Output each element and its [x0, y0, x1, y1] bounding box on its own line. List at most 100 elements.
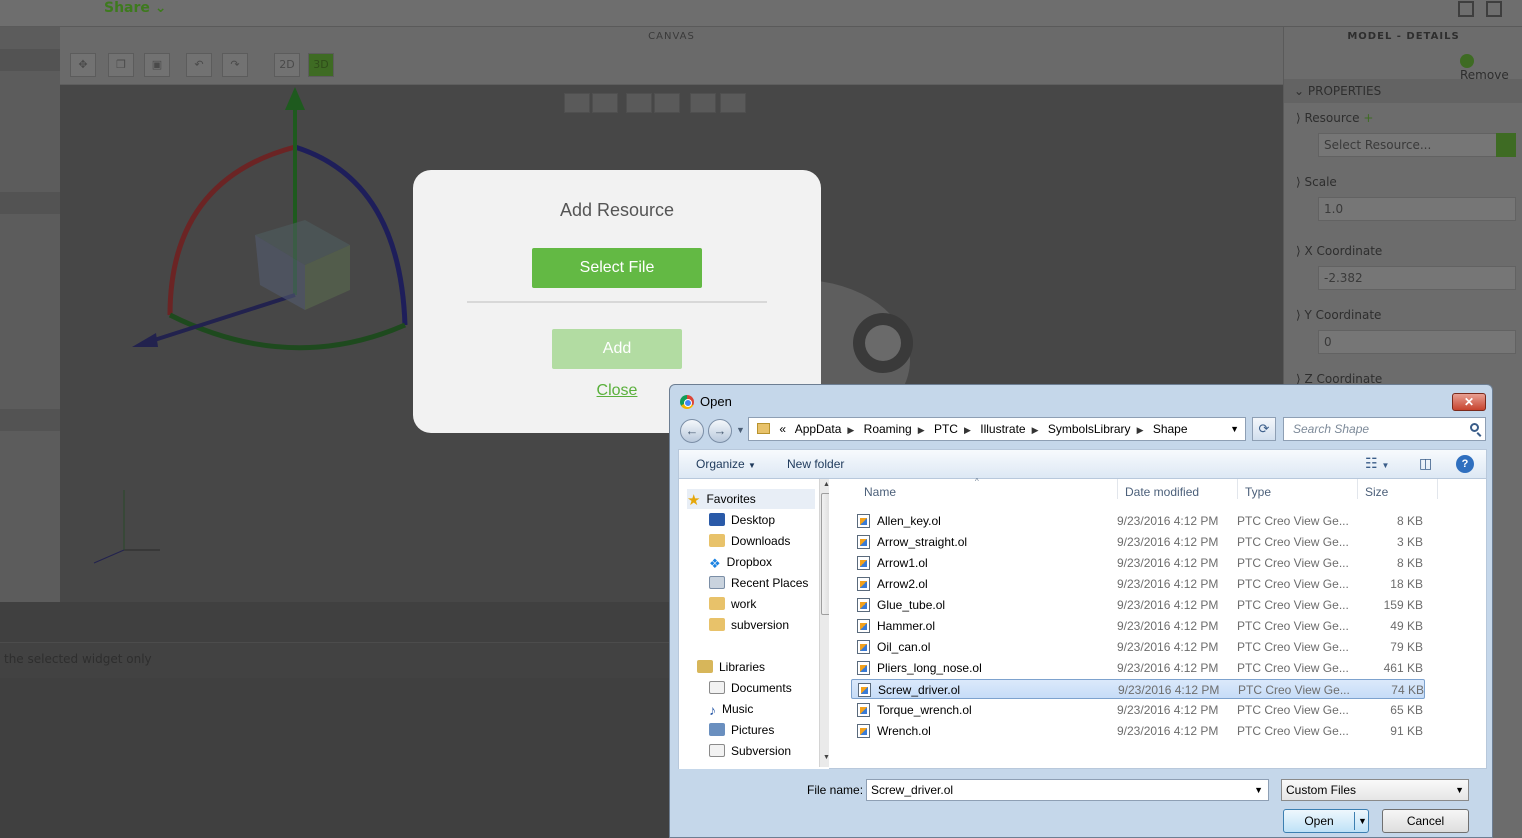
move-tool-icon[interactable]: ✥ — [70, 53, 96, 77]
breadcrumb-arrow-icon[interactable]: ▶ — [964, 425, 971, 435]
breadcrumb-arrow-icon[interactable]: ▶ — [1137, 425, 1144, 435]
breadcrumb-shape[interactable]: Shape — [1153, 422, 1188, 436]
file-type: PTC Creo View Ge... — [1237, 724, 1349, 738]
column-header-size[interactable]: Size — [1365, 485, 1388, 499]
file-date: 9/23/2016 4:12 PM — [1117, 577, 1219, 591]
search-input[interactable]: Search Shape — [1283, 417, 1486, 441]
file-row[interactable]: Torque_wrench.ol 9/23/2016 4:12 PM PTC Cre… — [851, 700, 1425, 720]
properties-header[interactable]: ⌄ PROPERTIES — [1284, 79, 1522, 103]
nav-documents[interactable]: Documents — [709, 678, 792, 698]
column-header-type[interactable]: Type — [1245, 485, 1271, 499]
documents-icon — [709, 681, 725, 694]
layout-bottom-icon[interactable] — [1486, 1, 1502, 17]
open-button[interactable]: Open ▼ — [1283, 809, 1369, 833]
dialog-close-button[interactable]: ✕ — [1452, 393, 1486, 411]
breadcrumb-symbolslibrary[interactable]: SymbolsLibrary — [1048, 422, 1131, 436]
nav-desktop[interactable]: Desktop — [709, 510, 775, 530]
remove-button[interactable]: Remove — [1460, 53, 1522, 82]
file-row[interactable]: Pliers_long_nose.ol 9/23/2016 4:12 PM PTC … — [851, 658, 1425, 678]
breadcrumb-roaming[interactable]: Roaming — [864, 422, 912, 436]
nav-favorites[interactable]: ★ Favorites — [687, 489, 815, 509]
nav-scrollbar[interactable]: ▲ ▼ — [819, 479, 829, 767]
breadcrumb-overflow[interactable]: « — [779, 422, 786, 436]
breadcrumb-arrow-icon[interactable]: ▶ — [847, 425, 854, 435]
file-row[interactable]: Glue_tube.ol 9/23/2016 4:12 PM PTC Creo Vi… — [851, 595, 1425, 615]
view-2d-button[interactable]: 2D — [274, 53, 300, 77]
scale-input[interactable]: 1.0 — [1318, 197, 1516, 221]
nav-subversion[interactable]: subversion — [709, 615, 789, 635]
resource-select[interactable]: Select Resource... — [1318, 133, 1516, 157]
nav-dropbox[interactable]: ❖ Dropbox — [709, 552, 772, 572]
chevron-down-icon[interactable] — [1496, 133, 1516, 157]
layout-left-icon[interactable] — [1458, 1, 1474, 17]
search-icon[interactable] — [1470, 423, 1479, 432]
nav-pictures[interactable]: Pictures — [709, 720, 774, 740]
scroll-up-icon[interactable]: ▲ — [823, 481, 829, 488]
column-separator[interactable] — [1357, 479, 1358, 499]
nav-music[interactable]: ♪ Music — [709, 699, 753, 719]
file-size: 159 KB — [1383, 598, 1423, 612]
add-button[interactable]: Add — [552, 329, 682, 369]
file-name-input[interactable]: Screw_driver.ol ▼ — [866, 779, 1269, 801]
chevron-down-icon[interactable]: ▼ — [1358, 810, 1367, 832]
breadcrumb-appdata[interactable]: AppData — [795, 422, 842, 436]
refresh-icon[interactable]: ⟳ — [1252, 417, 1276, 441]
organize-menu[interactable]: Organize ▼ — [696, 457, 756, 471]
file-row[interactable]: Wrench.ol 9/23/2016 4:12 PM PTC Creo View … — [851, 721, 1425, 741]
y-coordinate-input[interactable]: 0 — [1318, 330, 1516, 354]
file-row[interactable]: Oil_can.ol 9/23/2016 4:12 PM PTC Creo View… — [851, 637, 1425, 657]
music-icon: ♪ — [709, 702, 716, 718]
copy-icon[interactable]: ❐ — [108, 53, 134, 77]
nav-recent-places[interactable]: Recent Places — [709, 573, 808, 593]
breadcrumb-ptc[interactable]: PTC — [934, 422, 958, 436]
column-header-name[interactable]: Name — [864, 485, 896, 499]
select-file-button[interactable]: Select File — [532, 248, 702, 288]
nav-downloads[interactable]: Downloads — [709, 531, 790, 551]
nav-label: Desktop — [731, 513, 776, 527]
preview-pane-icon[interactable]: ◫ — [1419, 455, 1432, 472]
file-row[interactable]: Arrow1.ol 9/23/2016 4:12 PM PTC Creo View … — [851, 553, 1425, 573]
nav-subversion-library[interactable]: Subversion — [709, 741, 791, 761]
column-separator[interactable] — [1237, 479, 1238, 499]
nav-work[interactable]: work — [709, 594, 756, 614]
view-3d-button[interactable]: 3D — [308, 53, 334, 77]
dropbox-icon: ❖ — [709, 556, 721, 571]
share-menu[interactable]: Share ⌄ — [104, 0, 167, 16]
chevron-down-icon[interactable]: ▼ — [1455, 780, 1464, 800]
new-folder-button[interactable]: New folder — [787, 457, 844, 471]
nav-libraries[interactable]: Libraries — [697, 657, 765, 677]
breadcrumb-arrow-icon[interactable]: ▶ — [1032, 425, 1039, 435]
breadcrumb-arrow-icon[interactable]: ▶ — [918, 425, 925, 435]
file-row[interactable]: Hammer.ol 9/23/2016 4:12 PM PTC Creo View … — [851, 616, 1425, 636]
file-name: Oil_can.ol — [877, 640, 931, 654]
x-coordinate-input[interactable]: -2.382 — [1318, 266, 1516, 290]
file-icon — [857, 577, 870, 591]
back-icon[interactable]: ← — [680, 419, 704, 443]
file-row[interactable]: Allen_key.ol 9/23/2016 4:12 PM PTC Creo Vi… — [851, 511, 1425, 531]
breadcrumb-illustrate[interactable]: Illustrate — [980, 422, 1025, 436]
add-resource-icon[interactable]: + — [1363, 111, 1373, 125]
file-row[interactable]: Arrow_straight.ol 9/23/2016 4:12 PM PTC Cr… — [851, 532, 1425, 552]
file-type: PTC Creo View Ge... — [1237, 661, 1349, 675]
column-separator[interactable] — [1437, 479, 1438, 499]
y-coordinate-label: ⟩ Y Coordinate — [1296, 308, 1382, 322]
paste-icon[interactable]: ▣ — [144, 53, 170, 77]
column-separator[interactable] — [1117, 479, 1118, 499]
file-row[interactable]: Arrow2.ol 9/23/2016 4:12 PM PTC Creo View … — [851, 574, 1425, 594]
recent-locations-icon[interactable]: ▼ — [736, 425, 745, 435]
address-bar[interactable]: « AppData ▶ Roaming ▶ PTC ▶ Illustrate ▶ Sym… — [748, 417, 1246, 441]
column-header-date[interactable]: Date modified — [1125, 485, 1199, 499]
view-options-icon[interactable]: ☷ ▼ — [1365, 455, 1389, 472]
forward-icon[interactable]: → — [708, 419, 732, 443]
nav-label: Dropbox — [726, 555, 773, 569]
cancel-button[interactable]: Cancel — [1382, 809, 1469, 833]
file-row-selected[interactable]: Screw_driver.ol 9/23/2016 4:12 PM PTC Creo… — [851, 679, 1425, 699]
scroll-down-icon[interactable]: ▼ — [823, 754, 829, 761]
undo-icon[interactable]: ↶ — [186, 53, 212, 77]
scroll-thumb[interactable] — [821, 493, 829, 615]
help-icon[interactable]: ? — [1456, 455, 1474, 473]
chevron-down-icon[interactable]: ▼ — [1254, 780, 1263, 800]
redo-icon[interactable]: ↷ — [222, 53, 248, 77]
file-type-filter[interactable]: Custom Files ▼ — [1281, 779, 1469, 801]
chevron-down-icon[interactable]: ▼ — [1230, 418, 1239, 440]
